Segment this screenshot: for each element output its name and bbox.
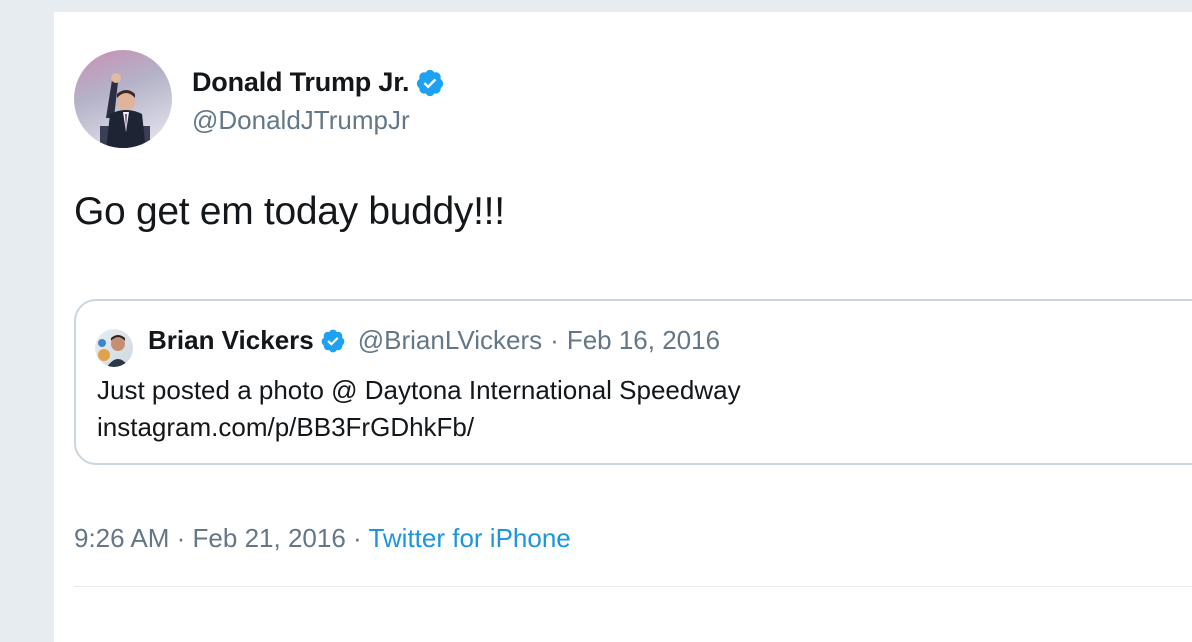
- quoted-date[interactable]: Feb 16, 2016: [567, 325, 720, 356]
- author-avatar[interactable]: [74, 50, 172, 148]
- tweet-time[interactable]: 9:26 AM: [74, 523, 169, 553]
- tweet-source-link[interactable]: Twitter for iPhone: [368, 523, 570, 553]
- tweet-date[interactable]: Feb 21, 2016: [193, 523, 346, 553]
- author-name[interactable]: Donald Trump Jr.: [192, 67, 410, 98]
- quoted-separator: ·: [550, 325, 559, 355]
- verified-badge-icon: [417, 69, 444, 96]
- author-name-row: Donald Trump Jr.: [192, 67, 445, 98]
- quoted-verified-badge-icon: [321, 329, 345, 352]
- quoted-header: Brian Vickers @BrianLVickers · Feb 16, 2…: [148, 325, 720, 356]
- meta-separator-1: ·: [176, 523, 186, 553]
- quoted-author-avatar[interactable]: [95, 329, 133, 367]
- tweet-text: Go get em today buddy!!!: [74, 190, 505, 233]
- author-handle[interactable]: @DonaldJTrumpJr: [192, 105, 410, 136]
- tweet-card: Donald Trump Jr. @DonaldJTrumpJr Go get …: [54, 12, 1192, 642]
- quoted-author-name[interactable]: Brian Vickers: [148, 325, 314, 356]
- divider: [74, 586, 1192, 587]
- tweet-meta: 9:26 AM · Feb 21, 2016 · Twitter for iPh…: [74, 523, 571, 554]
- quoted-text-link[interactable]: instagram.com/p/BB3FrGDhkFb/: [97, 412, 474, 443]
- meta-separator-2: ·: [353, 523, 362, 553]
- quoted-author-handle[interactable]: @BrianLVickers: [358, 325, 542, 356]
- avatar-photo: [100, 73, 150, 148]
- quoted-text-line1: Just posted a photo @ Daytona Internatio…: [97, 375, 741, 405]
- quoted-avatar-photo: [98, 335, 129, 367]
- quoted-tweet[interactable]: Brian Vickers @BrianLVickers · Feb 16, 2…: [74, 299, 1192, 465]
